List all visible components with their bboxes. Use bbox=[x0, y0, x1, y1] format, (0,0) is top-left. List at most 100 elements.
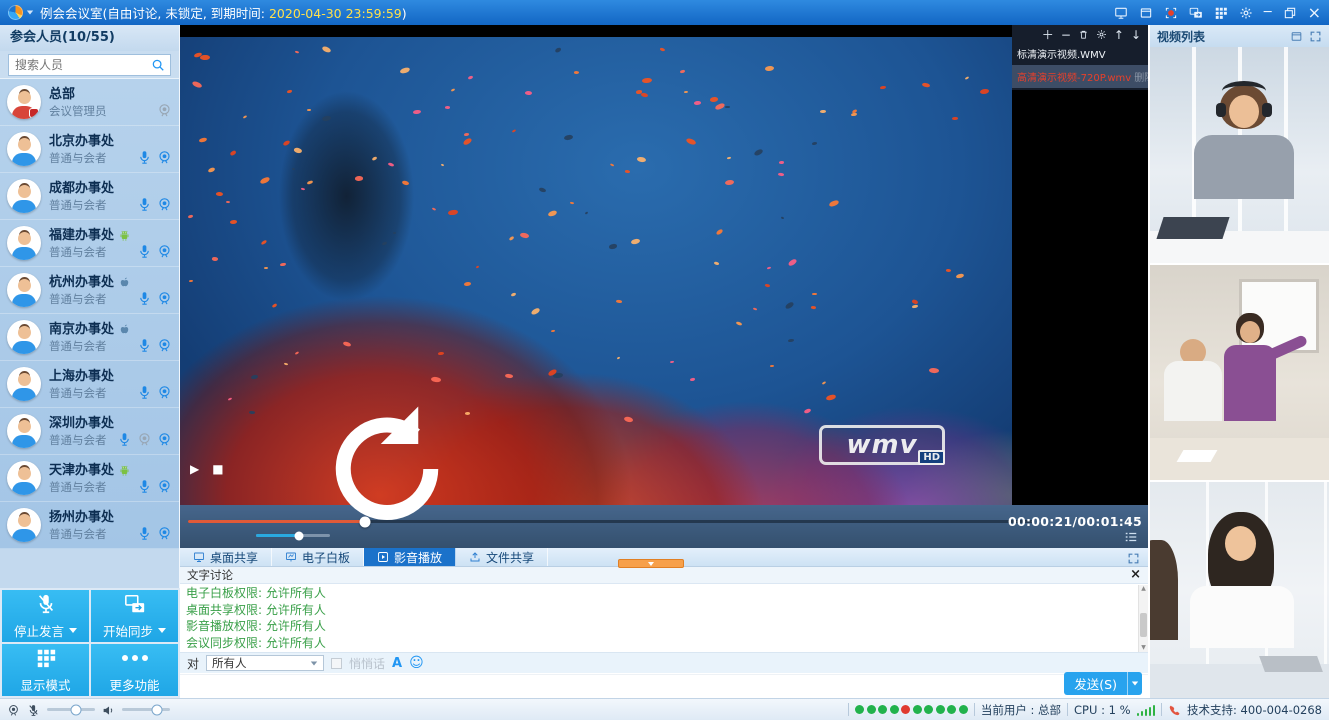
playlist-delete-icon[interactable] bbox=[1078, 29, 1089, 40]
webcam-icon[interactable] bbox=[157, 150, 172, 165]
stop-speaking-button[interactable]: 停止发言 bbox=[2, 590, 89, 642]
panel-collapse-handle[interactable] bbox=[618, 559, 684, 568]
mic-volume-slider[interactable] bbox=[47, 708, 95, 711]
tab-whiteboard[interactable]: 电子白板 bbox=[272, 548, 364, 566]
whisper-checkbox[interactable] bbox=[331, 658, 342, 669]
search-icon[interactable] bbox=[151, 58, 165, 72]
divider bbox=[974, 703, 975, 716]
start-sync-label: 开始同步 bbox=[103, 621, 153, 640]
playlist-item[interactable]: 标清演示视频.WMV bbox=[1012, 42, 1148, 65]
playlist-add-icon[interactable]: ＋ bbox=[1042, 30, 1054, 40]
scroll-thumb[interactable] bbox=[1140, 613, 1147, 637]
start-sync-button[interactable]: 开始同步 bbox=[91, 590, 178, 642]
close-button[interactable]: × bbox=[1308, 6, 1321, 20]
recipient-select[interactable]: 所有人 bbox=[206, 655, 324, 671]
more-features-button[interactable]: 更多功能 bbox=[91, 644, 178, 696]
chat-close-icon[interactable]: × bbox=[1130, 569, 1141, 581]
webcam-icon[interactable] bbox=[157, 526, 172, 541]
participant-row-hq[interactable]: 总部 会议管理员 bbox=[0, 79, 179, 126]
tab-desktop-share[interactable]: 桌面共享 bbox=[180, 548, 272, 566]
playlist-toggle-button[interactable] bbox=[1124, 526, 1138, 545]
playlist-move-down-icon[interactable]: ↓ bbox=[1131, 30, 1141, 40]
screen-cast-icon[interactable] bbox=[1189, 6, 1203, 20]
webcam-icon[interactable] bbox=[157, 432, 172, 447]
mic-icon[interactable] bbox=[117, 432, 132, 447]
remote-video-3[interactable] bbox=[1150, 482, 1329, 698]
settings-gear-icon[interactable] bbox=[1239, 6, 1253, 20]
playlist-remove-icon[interactable]: − bbox=[1061, 30, 1071, 40]
send-label[interactable]: 发送(S) bbox=[1064, 672, 1127, 695]
participant-row-fujian[interactable]: 福建办事处 普通与会者 bbox=[0, 220, 179, 267]
record-icon[interactable] bbox=[1164, 6, 1178, 20]
window-mode-icon[interactable] bbox=[1139, 6, 1153, 20]
mic-icon[interactable] bbox=[137, 291, 152, 306]
android-icon bbox=[118, 464, 131, 477]
mic-muted-status-icon[interactable] bbox=[27, 703, 40, 717]
playlist-delete-link[interactable]: 删除 bbox=[1134, 69, 1148, 84]
apple-icon bbox=[118, 323, 131, 336]
expand-icon[interactable] bbox=[1309, 30, 1322, 43]
mic-icon[interactable] bbox=[137, 385, 152, 400]
video-mode-icon[interactable] bbox=[1290, 30, 1303, 43]
participant-row-shanghai[interactable]: 上海办事处 普通与会者 bbox=[0, 361, 179, 408]
fish bbox=[440, 164, 444, 167]
player-volume-knob[interactable] bbox=[294, 531, 303, 540]
chat-input-area[interactable]: 发送(S) bbox=[180, 674, 1148, 698]
tab-file-share[interactable]: 文件共享 bbox=[456, 548, 548, 566]
participant-row-yangzhou[interactable]: 扬州办事处 普通与会者 bbox=[0, 502, 179, 549]
participant-row-chengdu[interactable]: 成都办事处 普通与会者 bbox=[0, 173, 179, 220]
play-button[interactable]: ▶ bbox=[190, 462, 199, 476]
search-input[interactable] bbox=[8, 54, 171, 76]
webcam-icon[interactable] bbox=[157, 385, 172, 400]
send-options-caret[interactable] bbox=[1127, 672, 1142, 695]
mic-icon[interactable] bbox=[137, 526, 152, 541]
send-button[interactable]: 发送(S) bbox=[1064, 672, 1142, 695]
mic-icon[interactable] bbox=[137, 479, 152, 494]
mic-volume-knob[interactable] bbox=[70, 704, 81, 715]
remote-video-2[interactable] bbox=[1150, 265, 1329, 483]
stop-button[interactable]: ■ bbox=[212, 462, 223, 476]
player-volume-slider[interactable] bbox=[256, 534, 330, 537]
display-mode-button[interactable]: 显示模式 bbox=[2, 644, 89, 696]
webcam-icon[interactable] bbox=[157, 291, 172, 306]
dropdown-caret-icon[interactable] bbox=[69, 628, 77, 633]
participant-row-shenzhen[interactable]: 深圳办事处 普通与会者 bbox=[0, 408, 179, 455]
participant-row-hangzhou[interactable]: 杭州办事处 普通与会者 bbox=[0, 267, 179, 314]
mic-icon[interactable] bbox=[137, 150, 152, 165]
fish bbox=[539, 186, 547, 193]
participant-row-nanjing[interactable]: 南京办事处 普通与会者 bbox=[0, 314, 179, 361]
webcam-idle-icon[interactable] bbox=[137, 432, 152, 447]
emoji-button[interactable]: ☺ bbox=[409, 656, 424, 670]
mic-icon[interactable] bbox=[137, 197, 152, 212]
speaker-volume-slider[interactable] bbox=[122, 708, 170, 711]
mic-icon[interactable] bbox=[137, 338, 152, 353]
fullscreen-icon[interactable] bbox=[1127, 548, 1140, 567]
dither-grid-icon[interactable] bbox=[1214, 6, 1228, 20]
webcam-idle-icon[interactable] bbox=[157, 103, 172, 118]
maximize-button[interactable] bbox=[1283, 6, 1297, 20]
participant-row-beijing[interactable]: 北京办事处 普通与会者 bbox=[0, 126, 179, 173]
webcam-status-icon[interactable] bbox=[7, 703, 20, 717]
playlist-item-selected[interactable]: 高清演示视频-720P.wmv删除 bbox=[1012, 65, 1148, 88]
font-button[interactable]: A bbox=[392, 656, 402, 671]
screen-preview-icon[interactable] bbox=[1114, 6, 1128, 20]
remote-video-1[interactable] bbox=[1150, 47, 1329, 265]
participant-row-tianjin[interactable]: 天津办事处 普通与会者 bbox=[0, 455, 179, 502]
chat-scrollbar[interactable]: ▲ ▼ bbox=[1138, 585, 1148, 652]
mic-icon[interactable] bbox=[137, 244, 152, 259]
webcam-icon[interactable] bbox=[157, 338, 172, 353]
scroll-up-icon[interactable]: ▲ bbox=[1139, 585, 1148, 593]
dropdown-caret-icon[interactable] bbox=[158, 628, 166, 633]
webcam-icon[interactable] bbox=[157, 197, 172, 212]
speaker-icon[interactable] bbox=[102, 703, 115, 717]
webcam-icon[interactable] bbox=[157, 244, 172, 259]
scroll-down-icon[interactable]: ▼ bbox=[1139, 644, 1148, 652]
replay-button[interactable] bbox=[237, 394, 537, 544]
webcam-icon[interactable] bbox=[157, 479, 172, 494]
tab-media-playback[interactable]: 影音播放 bbox=[364, 548, 456, 566]
playlist-move-up-icon[interactable]: ↑ bbox=[1114, 30, 1124, 40]
speaker-volume-knob[interactable] bbox=[151, 704, 162, 715]
playlist-settings-icon[interactable] bbox=[1096, 29, 1107, 40]
minimize-button[interactable]: ─ bbox=[1264, 8, 1272, 18]
chevron-down-icon[interactable] bbox=[27, 11, 33, 15]
